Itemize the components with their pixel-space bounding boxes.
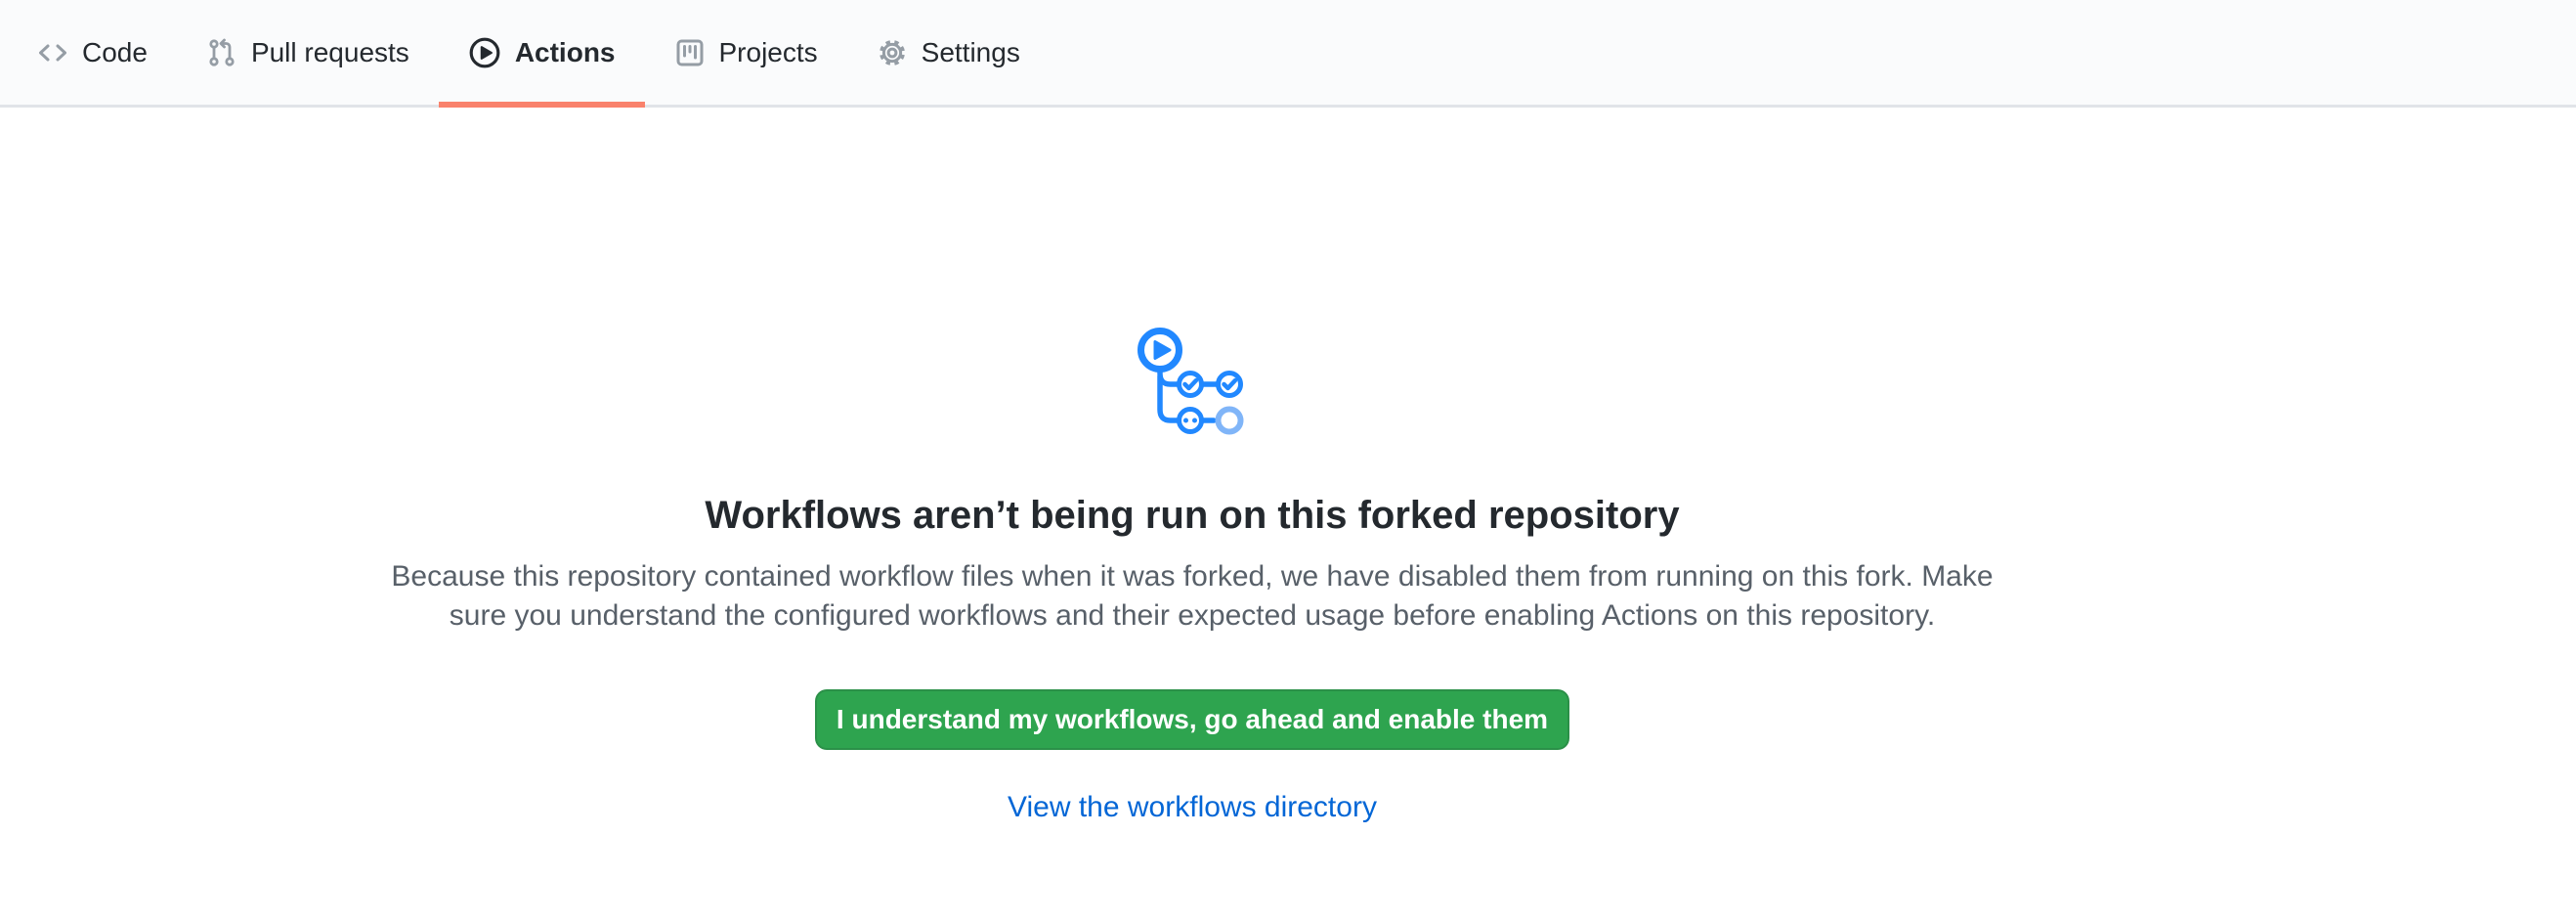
tab-code-label: Code: [82, 37, 148, 68]
project-icon: [674, 37, 706, 68]
workflow-graph-icon: [1138, 328, 1247, 442]
play-circle-icon: [468, 36, 501, 69]
blankslate-description: Because this repository contained workfl…: [391, 557, 1993, 636]
blankslate-description-line1: Because this repository contained workfl…: [391, 560, 1993, 593]
repo-tab-bar: Code Pull requests Actions: [0, 0, 2576, 108]
blankslate-heading: Workflows aren’t being run on this forke…: [705, 491, 1679, 540]
blankslate-description-line2: sure you understand the configured workf…: [450, 599, 1935, 632]
tab-settings-label: Settings: [922, 37, 1020, 68]
tab-pull-requests[interactable]: Pull requests: [177, 0, 439, 105]
tab-settings[interactable]: Settings: [847, 0, 1050, 105]
view-workflows-directory-link[interactable]: View the workflows directory: [1008, 791, 1377, 824]
tab-projects[interactable]: Projects: [645, 0, 847, 105]
tab-actions-label: Actions: [515, 37, 616, 68]
tab-code[interactable]: Code: [8, 0, 177, 105]
gear-icon: [877, 37, 908, 68]
tab-pull-requests-label: Pull requests: [251, 37, 409, 68]
actions-blankslate: Workflows aren’t being run on this forke…: [0, 108, 2576, 824]
pull-request-icon: [206, 37, 237, 68]
code-icon: [37, 37, 68, 68]
tab-actions[interactable]: Actions: [439, 0, 645, 105]
tab-projects-label: Projects: [719, 37, 818, 68]
enable-workflows-button[interactable]: I understand my workflows, go ahead and …: [815, 689, 1569, 750]
